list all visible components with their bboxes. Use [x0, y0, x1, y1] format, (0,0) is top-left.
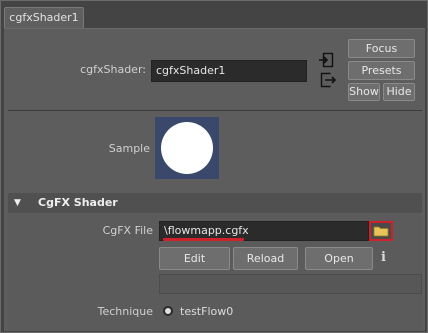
browse-folder-button[interactable] [369, 221, 393, 241]
technique-radio[interactable] [163, 306, 173, 316]
reload-button[interactable]: Reload [233, 247, 298, 270]
cgfxshader-label: cgfxShader: [80, 63, 146, 76]
highlight-underline [163, 238, 244, 241]
hide-button[interactable]: Hide [383, 83, 415, 101]
divider [8, 110, 422, 111]
tab-cgfxshader1[interactable]: cgfxShader1 [4, 7, 84, 28]
edit-button[interactable]: Edit [159, 247, 230, 270]
folder-icon [373, 226, 389, 237]
open-button[interactable]: Open [305, 247, 373, 270]
sample-swatch [155, 117, 219, 179]
cgfx-file-label: CgFX File [102, 224, 153, 237]
cgfxshader-name-field[interactable]: cgfxShader1 [151, 60, 307, 82]
output-connection-icon[interactable] [320, 72, 337, 88]
radio-dot [165, 308, 171, 314]
technique-option-label[interactable]: testFlow0 [180, 305, 233, 318]
focus-button[interactable]: Focus [348, 39, 415, 58]
sample-label: Sample [108, 142, 150, 155]
technique-label: Technique [97, 305, 153, 318]
input-connection-icon[interactable] [318, 52, 334, 68]
section-title: CgFX Shader [38, 196, 118, 209]
info-icon[interactable]: i [381, 250, 393, 268]
description-field [159, 274, 422, 294]
sample-sphere [161, 122, 213, 174]
show-button[interactable]: Show [348, 83, 380, 101]
cgfx-shader-section-header[interactable]: ▼ CgFX Shader [8, 193, 422, 213]
collapse-triangle-icon: ▼ [14, 198, 21, 208]
presets-button[interactable]: Presets [348, 61, 415, 80]
